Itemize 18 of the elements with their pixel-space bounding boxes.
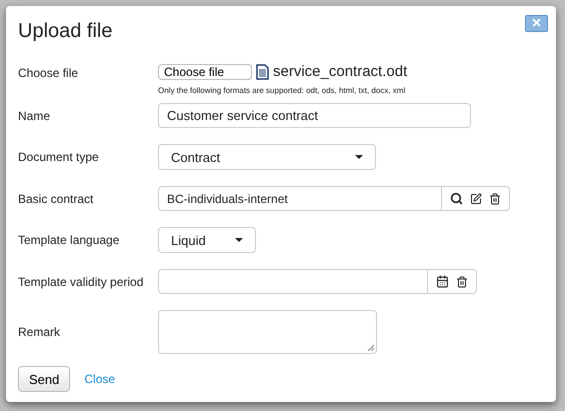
name-input[interactable]: Customer service contract	[158, 103, 471, 128]
resize-grip-icon[interactable]	[367, 344, 374, 351]
document-type-select[interactable]: Contract	[158, 144, 376, 170]
field-label: Basic contract	[18, 192, 94, 206]
format-hint: Only the following formats are supported: odt, ods, html, txt, docx, xml	[158, 86, 406, 95]
document-icon	[256, 64, 269, 80]
send-button[interactable]: Send	[18, 366, 70, 392]
field-label: Template language	[18, 233, 120, 247]
field-label: Document type	[18, 150, 100, 164]
dialog-title: Upload file	[18, 20, 113, 43]
field-label: Name	[18, 108, 52, 122]
field-label: Remark	[18, 325, 62, 339]
choose-file-button[interactable]: Choose file	[158, 64, 252, 80]
field-label: Template validity period	[18, 274, 144, 288]
file-name: service_contract.odt	[273, 63, 408, 80]
close-link[interactable]: Close	[84, 372, 116, 386]
template-language-select[interactable]: Liquid	[158, 227, 256, 253]
field-label: Choose file	[18, 66, 80, 80]
